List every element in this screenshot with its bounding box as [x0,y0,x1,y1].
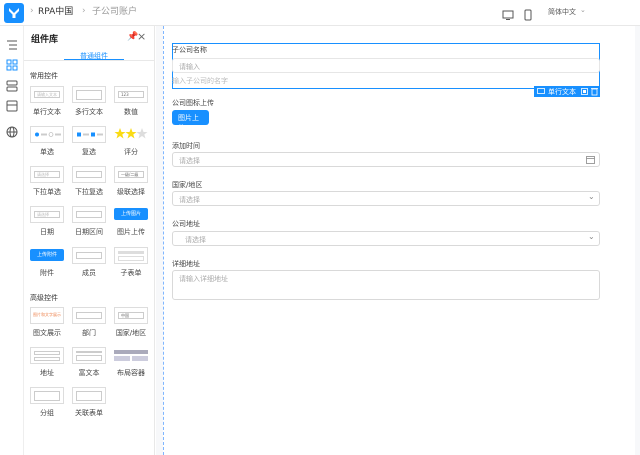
app-logo[interactable] [4,3,24,23]
widget-image-text[interactable]: 图片和文字展示 图文展示 [30,307,64,338]
widget-label: 关联表单 [75,409,103,417]
widget-label: 复选 [82,148,96,156]
outline-icon[interactable] [5,37,19,51]
country-select[interactable]: 请选择 [172,191,600,206]
widget-date[interactable]: 请选择 日期 [30,206,64,237]
widget-subform[interactable]: 子表单 [114,247,148,278]
widget-department[interactable]: 部门 [72,307,106,338]
field-label-detailed-address: 详细地址 [172,260,200,268]
monitor-icon [537,88,545,94]
image-upload-button[interactable]: 图片上传 [172,110,209,132]
widget-number[interactable]: 123 数值 [114,86,148,117]
widget-preview: 请选择 [34,171,60,178]
widget-label: 布局容器 [117,369,145,377]
chevron-right-icon: › [82,6,86,16]
field-label-company-name: 子公司名称 [172,46,207,54]
field-label-company-address: 公司地址 [172,220,200,228]
field-label-company-logo: 公司图标上传 [172,99,214,107]
company-name-input[interactable]: 请输入 [172,58,600,73]
widget-preview: 请输入文本 [34,91,60,98]
widget-country-region[interactable]: 中国 国家/地区 [114,307,148,338]
widget-radio[interactable]: 单选 [30,126,64,157]
selected-field-toolbar: 单行文本 [534,86,600,97]
widget-preview: 上传图片 [114,208,148,220]
tab-divider [24,60,155,61]
calendar-icon[interactable] [586,155,595,164]
widget-label: 单选 [40,148,54,156]
field-hint-company-name: 输入子公司的名字 [172,77,228,85]
chevron-right-icon: › [30,6,34,16]
widget-preview: 图片和文字展示 [33,312,61,317]
widget-dropdown-multi[interactable]: 下拉复选 [72,166,106,197]
widget-rating[interactable]: 评分 [114,126,148,157]
widget-preview: 123 [118,91,144,98]
chevron-down-icon[interactable]: ⌄ [580,6,586,14]
breadcrumb-current: 子公司账户 [92,7,138,17]
widget-rich-text[interactable]: 富文本 [72,347,106,378]
widget-label: 图文展示 [33,329,61,337]
widget-label: 部门 [82,329,96,337]
widget-label: 成员 [82,269,96,277]
field-label-country: 国家/地区 [172,181,203,189]
panel-title: 组件库 [31,35,59,45]
widget-preview: 中国 [118,312,144,319]
detailed-address-textarea[interactable]: 请输入详细地址 [172,270,600,300]
widget-label: 评分 [124,148,138,156]
company-address-select[interactable]: 请选择 [172,231,600,246]
widget-label: 多行文本 [75,108,103,116]
widget-label: 单行文本 [33,108,61,116]
add-time-input[interactable]: 请选择 [172,152,600,167]
widget-date-range[interactable]: 日期区间 [72,206,106,237]
widget-checkbox[interactable]: 复选 [72,126,106,157]
widget-layout-container[interactable]: 布局容器 [114,347,148,378]
widget-label: 附件 [40,269,54,277]
widget-label: 地址 [40,369,54,377]
data-source-icon[interactable] [5,98,19,112]
company-address-placeholder: 请选择 [185,236,206,244]
widget-label: 日期区间 [75,228,103,236]
language-select[interactable]: 简体中文 [548,7,576,17]
close-icon[interactable]: × [137,30,146,43]
widget-label: 富文本 [78,369,100,377]
field-type-label: 单行文本 [548,88,576,96]
chevron-down-icon[interactable]: ⌄ [588,232,595,241]
components-icon[interactable] [5,57,19,71]
section-title-advanced: 高级控件 [30,294,58,302]
widget-label: 数值 [124,108,138,116]
widget-label: 国家/地区 [115,329,147,337]
widget-group[interactable]: 分组 [30,387,64,418]
widget-label: 下拉单选 [33,188,61,196]
widget-label: 级联选择 [117,188,145,196]
globe-icon[interactable] [5,124,19,138]
widget-label: 分组 [40,409,54,417]
widget-preview: 请选择 [34,211,60,218]
delete-icon[interactable] [591,87,598,96]
desktop-view-icon[interactable] [502,6,514,20]
widget-preview: 上传附件 [30,249,64,261]
widget-attachment[interactable]: 上传附件 附件 [30,247,64,278]
top-bar: › RPA中国 › 子公司账户 简体中文 ⌄ [0,0,640,26]
widget-image-upload[interactable]: 上传图片 图片上传 [114,206,148,237]
section-title-common: 常用控件 [30,72,58,80]
widget-label: 图片上传 [117,228,145,236]
field-label-add-time: 添加时间 [172,142,200,150]
widget-label: 日期 [40,228,54,236]
chevron-down-icon[interactable]: ⌄ [588,192,595,201]
component-panel: 组件库 📌 × 普通组件 常用控件 请输入文本 单行文本 多行文本 123 数值… [24,26,155,455]
widget-preview: 一级/二级 [118,171,144,178]
breadcrumb-root[interactable]: RPA中国 [38,6,73,18]
widget-label: 下拉复选 [75,188,103,196]
left-rail [0,26,24,455]
widget-dropdown-single[interactable]: 请选择 下拉单选 [30,166,64,197]
copy-icon[interactable] [581,88,588,95]
widget-linked-form[interactable]: 关联表单 [72,387,106,418]
widget-address[interactable]: 地址 [30,347,64,378]
mobile-view-icon[interactable] [522,6,534,21]
widget-multi-line-text[interactable]: 多行文本 [72,86,106,117]
widget-cascader[interactable]: 一级/二级 级联选择 [114,166,148,197]
widget-single-line-text[interactable]: 请输入文本 单行文本 [30,86,64,117]
widget-member[interactable]: 成员 [72,247,106,278]
database-icon[interactable] [5,78,19,92]
widget-label: 子表单 [120,269,142,277]
